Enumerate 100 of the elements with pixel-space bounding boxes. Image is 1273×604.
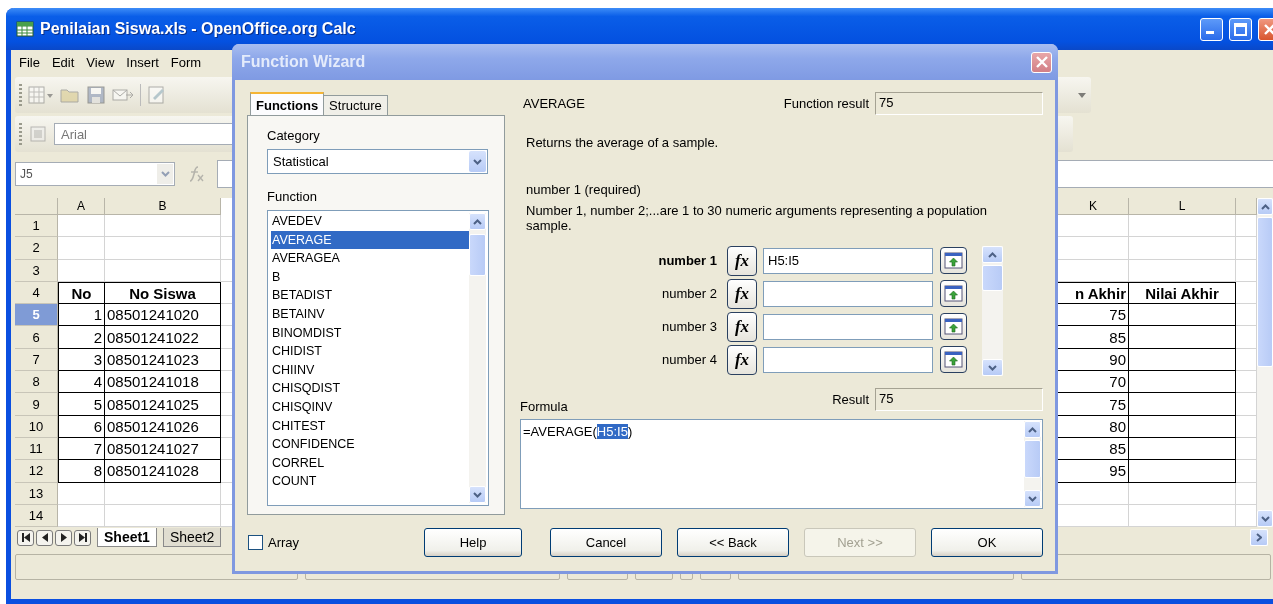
function-list-item[interactable]: CHIDIST [271,342,469,361]
table-cell: No [58,281,105,305]
triangle-left-icon [39,533,50,543]
argument-field[interactable] [763,313,933,340]
menu-item[interactable]: View [80,54,121,70]
menu-item[interactable]: Form [164,54,208,70]
function-icon[interactable] [187,165,205,183]
styles-icon[interactable] [28,124,48,144]
column-header[interactable]: B [105,198,221,215]
name-box[interactable]: J5 [15,162,175,186]
function-list-item[interactable]: B [271,267,469,287]
scroll-bar[interactable] [982,246,1003,376]
menu-item[interactable]: Insert [120,54,165,70]
function-list[interactable]: AVEDEV AVERAGE AVERAGEA B BETADIST BETAINV BINOMDIST CHIDIST CHIINV CHISQDIST CHISQINV CHITEST CONFIDENCE CORREL COUNT [267,210,489,506]
row-header[interactable]: 14 [15,504,58,528]
function-list-item[interactable]: AVERAGEA [271,249,469,268]
table-cell: 3 [58,348,105,372]
function-list-item[interactable]: AVEDEV [271,212,469,231]
dialog-button[interactable]: Cancel [550,528,662,557]
function-list-item[interactable]: CONFIDENCE [271,435,469,454]
dialog-tab[interactable]: Functions [250,92,325,115]
function-list-item[interactable]: BINOMDIST [271,323,469,343]
function-list-item[interactable]: CHIINV [271,360,469,380]
table-cell: 5 [58,393,105,416]
row-header[interactable]: 13 [15,482,58,505]
column-header[interactable]: A [58,198,105,215]
dialog-button[interactable]: Help [424,528,522,557]
sheet-nav-button[interactable] [17,529,34,546]
scroll-thumb[interactable] [469,234,486,276]
menu-item[interactable]: File [13,54,46,70]
window-title: Penilaian Siswa.xls - OpenOffice.org Calc [40,20,357,38]
row-header[interactable]: 12 [15,460,58,483]
row-header[interactable]: 3 [15,259,58,282]
chevron-down-icon [988,364,997,371]
row-header[interactable]: 8 [15,371,58,394]
table-cell: Nilai Akhir [1129,281,1236,305]
argument-field[interactable] [763,280,933,307]
function-list-item[interactable]: CHISQDIST [271,379,469,398]
sheet-tab[interactable]: Sheet1 [97,528,157,548]
chevron-up-icon [988,251,997,258]
sheet-nav-button[interactable] [74,529,91,546]
argument-field[interactable]: H5:I5 [763,247,933,274]
function-list-item[interactable]: COUNT [271,472,469,491]
shrink-button[interactable] [940,346,967,373]
table-cell: No Siswa [105,281,221,305]
scroll-right-button[interactable] [1250,529,1268,547]
column-header[interactable]: K [1058,198,1129,215]
table-cell: 1 [58,304,105,327]
sheet-nav-button[interactable] [36,529,53,546]
toolbar-options-icon[interactable] [1077,91,1087,99]
function-description: Returns the average of a sample. [526,135,720,150]
chevron-down-icon [473,158,482,165]
scroll-bar[interactable] [1257,198,1273,527]
function-list-item[interactable]: AVERAGE [271,230,469,250]
close-button[interactable] [1031,51,1052,73]
row-header[interactable]: 6 [15,326,58,349]
shrink-button[interactable] [940,247,967,274]
column-header[interactable] [1236,198,1257,215]
row-header[interactable]: 9 [15,393,58,416]
row-header[interactable]: 4 [15,281,58,305]
row-header[interactable]: 1 [15,215,58,238]
row-header[interactable]: 7 [15,348,58,372]
array-label: Array [268,535,300,550]
scroll-thumb[interactable] [1257,217,1273,367]
sheet-nav-button[interactable] [55,529,72,546]
function-list-item[interactable]: CHISQINV [271,397,469,417]
row-header[interactable]: 2 [15,237,58,260]
dialog-button[interactable]: OK [931,528,1043,557]
save-icon[interactable] [86,85,106,105]
scroll-thumb[interactable] [982,265,1003,291]
shrink-button[interactable] [940,313,967,340]
function-list-item[interactable]: CORREL [271,453,469,473]
minimize-button[interactable] [1200,17,1223,41]
function-list-item[interactable]: BETADIST [271,286,469,305]
array-checkbox[interactable] [248,535,263,550]
chevron-up-icon [473,218,482,225]
scroll-bar[interactable] [469,213,486,503]
function-button[interactable]: fx [727,278,757,309]
function-button[interactable]: fx [727,311,757,342]
sheet-tab[interactable]: Sheet2 [162,528,222,548]
minimize-icon [1206,31,1214,34]
function-list-item[interactable]: BETAINV [271,304,469,324]
dialog-button[interactable]: << Back [677,528,789,557]
row-header[interactable]: 11 [15,437,58,461]
argument-field[interactable] [763,346,933,373]
shrink-button[interactable] [940,280,967,307]
function-list-item[interactable]: CHITEST [271,416,469,436]
new-spreadsheet-icon[interactable] [28,85,54,105]
function-button[interactable]: fx [727,245,757,276]
chevron-down-icon [160,171,170,177]
column-header[interactable]: L [1129,198,1236,215]
category-label: Category [267,128,321,143]
function-button[interactable]: fx [727,344,757,375]
edit-document-icon[interactable] [147,85,167,105]
category-dropdown[interactable]: Statistical [267,149,488,174]
maximize-button[interactable] [1229,17,1252,41]
dialog-tab[interactable]: Structure [323,95,388,115]
row-header[interactable]: 10 [15,415,58,438]
table-cell [58,482,105,505]
menu-item[interactable]: Edit [45,54,81,70]
